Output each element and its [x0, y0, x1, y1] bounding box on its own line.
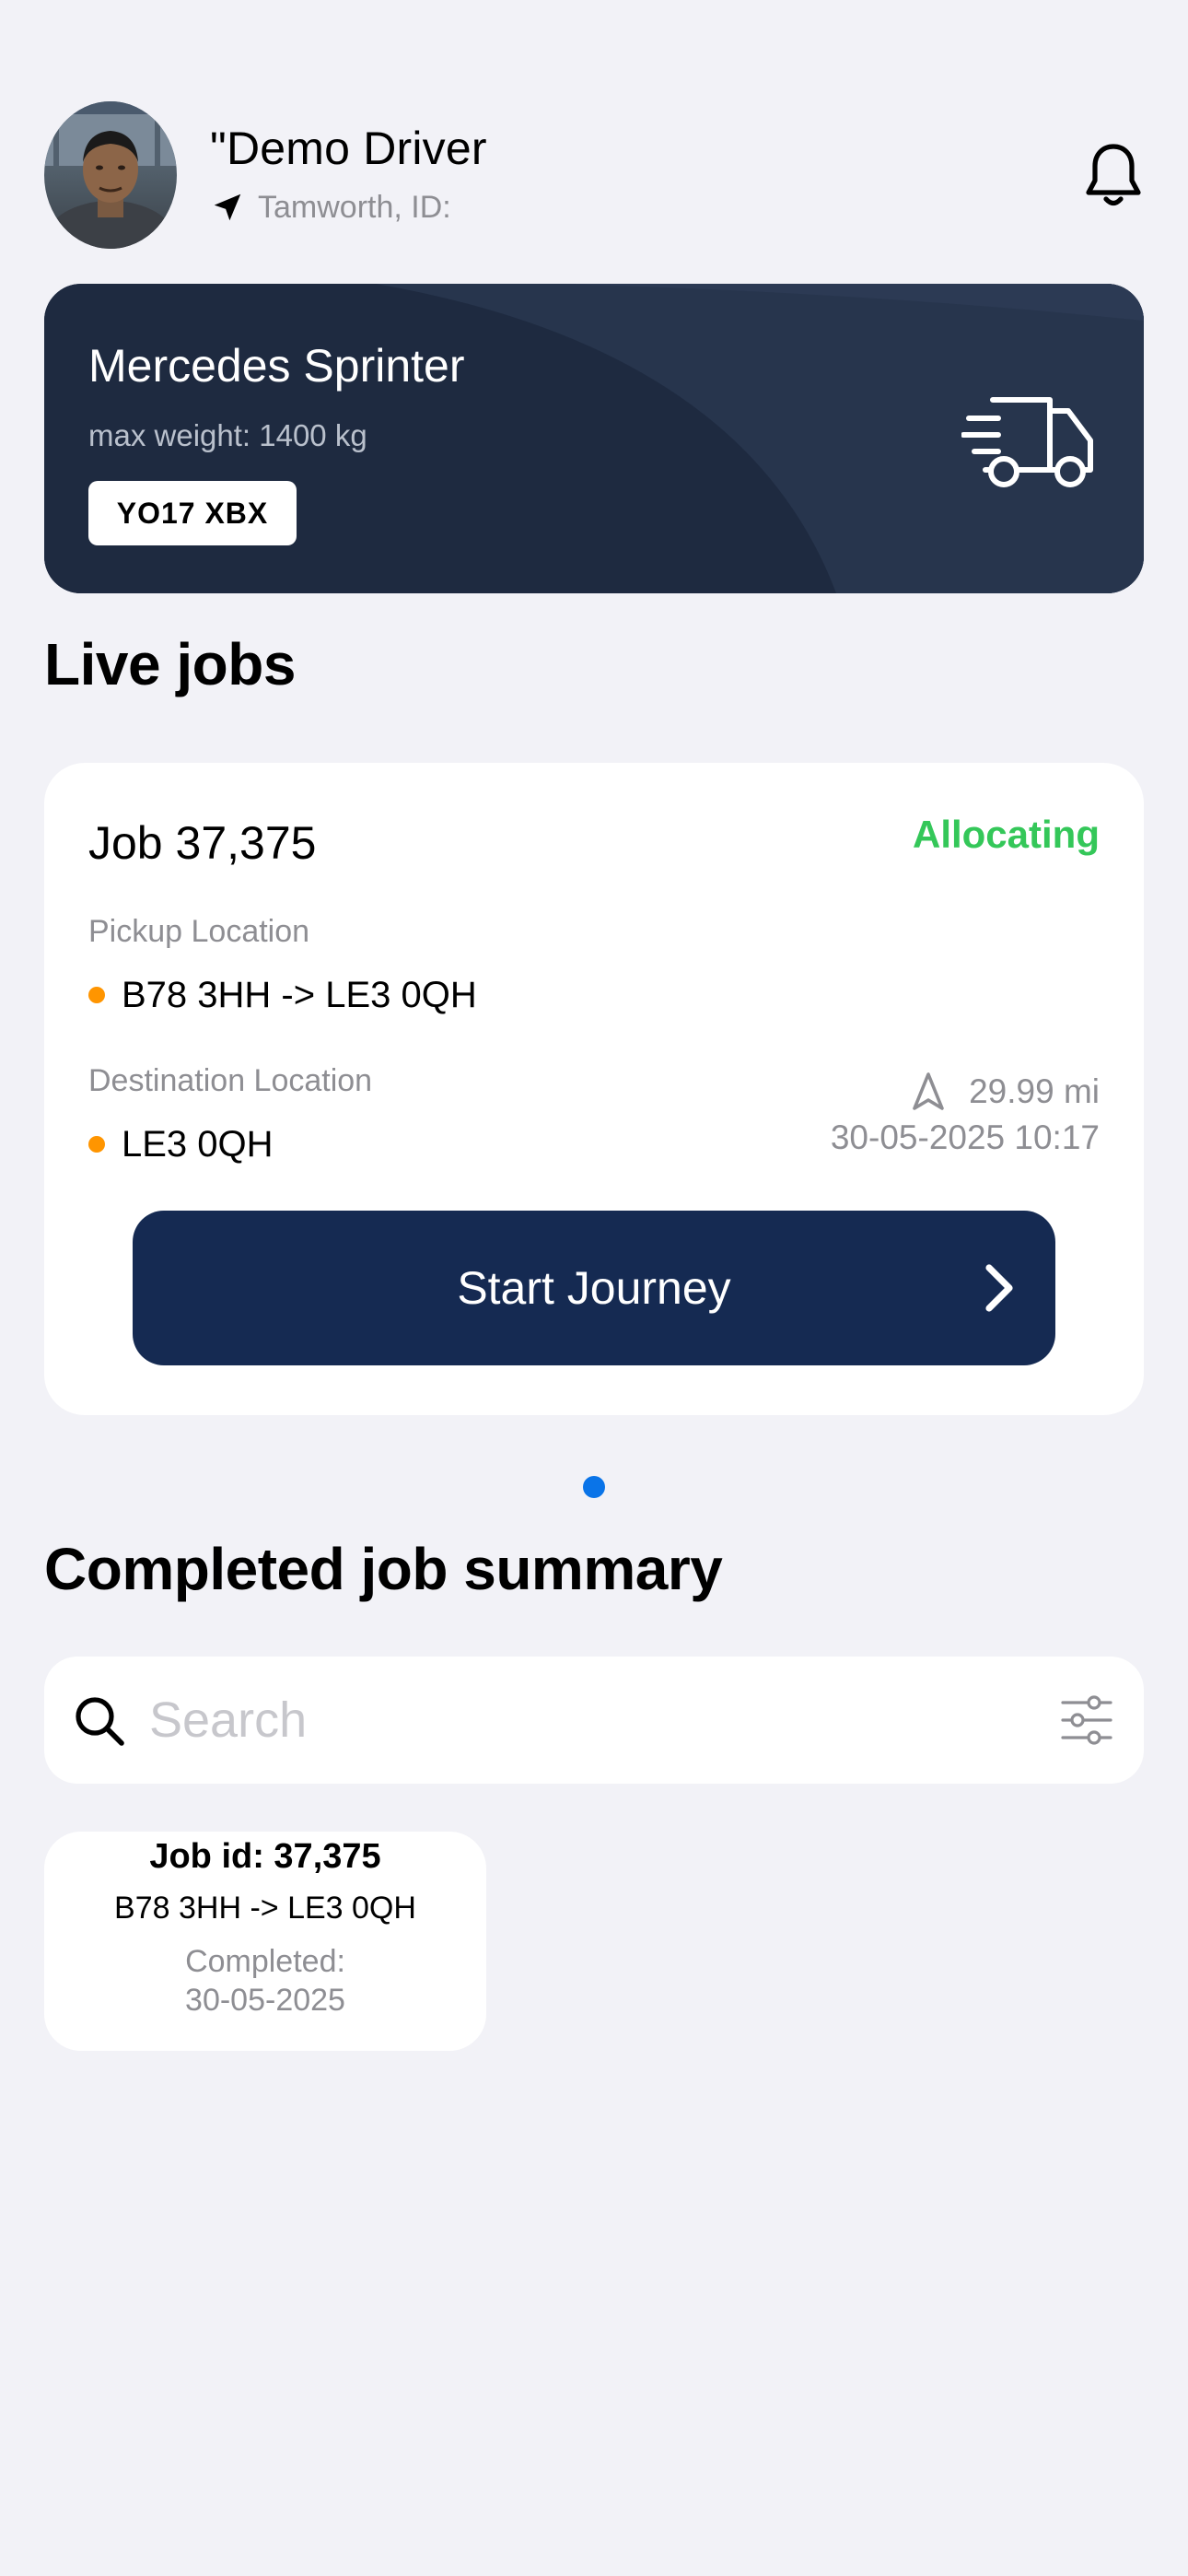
completed-job-status-label: Completed: — [185, 1944, 345, 1979]
bell-icon[interactable] — [1083, 142, 1144, 212]
pickup-location-text: B78 3HH -> LE3 0QH — [122, 974, 477, 1015]
job-title: Job 37,375 — [88, 817, 317, 869]
navigation-icon — [913, 1072, 944, 1110]
completed-job-card[interactable]: Job id: 37,375 B78 3HH -> LE3 0QH Comple… — [44, 1832, 486, 2051]
profile-header: "Demo Driver Tamworth, ID: — [44, 101, 1144, 249]
vehicle-name: Mercedes Sprinter — [88, 340, 465, 392]
vehicle-max-weight: max weight: 1400 kg — [88, 418, 367, 452]
location-text: Tamworth, ID: — [258, 189, 451, 225]
search-icon — [76, 1697, 124, 1746]
start-journey-label: Start Journey — [457, 1262, 731, 1314]
pickup-location: B78 3HH -> LE3 0QH — [88, 969, 477, 1021]
filter-sliders-icon[interactable] — [1061, 1695, 1112, 1745]
delivery-truck-icon — [961, 397, 1093, 487]
destination-label: Destination Location — [88, 1063, 373, 1098]
pickup-marker-dot — [88, 987, 105, 1003]
destination-location-text: LE3 0QH — [122, 1123, 274, 1165]
live-job-card[interactable]: Job 37,375 Allocating Pickup Location B7… — [44, 763, 1144, 1415]
search-input[interactable] — [149, 1684, 978, 1756]
completed-job-date: 30-05-2025 — [185, 1983, 345, 2018]
avatar-photo — [44, 101, 177, 249]
live-jobs-title: Live jobs — [44, 631, 296, 697]
driver-name: "Demo Driver — [210, 123, 487, 174]
chevron-right-icon — [985, 1264, 1013, 1312]
completed-job-route: B78 3HH -> LE3 0QH — [114, 1891, 416, 1926]
driver-avatar[interactable] — [44, 101, 177, 249]
vehicle-card: Mercedes Sprinter max weight: 1400 kg YO… — [44, 284, 1144, 593]
search-bar — [44, 1657, 1144, 1784]
license-plate: YO17 XBX — [88, 481, 297, 545]
pickup-label: Pickup Location — [88, 914, 310, 949]
location-arrow-icon — [214, 193, 241, 221]
job-status-badge: Allocating — [912, 813, 1100, 856]
completed-jobs-title: Completed job summary — [44, 1536, 723, 1602]
completed-job-id: Job id: 37,375 — [149, 1837, 381, 1876]
driver-location: Tamworth, ID: — [210, 186, 451, 228]
job-datetime: 30-05-2025 10:17 — [830, 1118, 1100, 1156]
distance-text: 29.99 mi — [969, 1072, 1100, 1110]
page-indicator-dot[interactable] — [583, 1476, 605, 1498]
job-distance: 29.99 mi — [910, 1069, 1100, 1115]
destination-marker-dot — [88, 1136, 105, 1153]
destination-location: LE3 0QH — [88, 1118, 274, 1170]
start-journey-button[interactable]: Start Journey — [133, 1211, 1055, 1365]
